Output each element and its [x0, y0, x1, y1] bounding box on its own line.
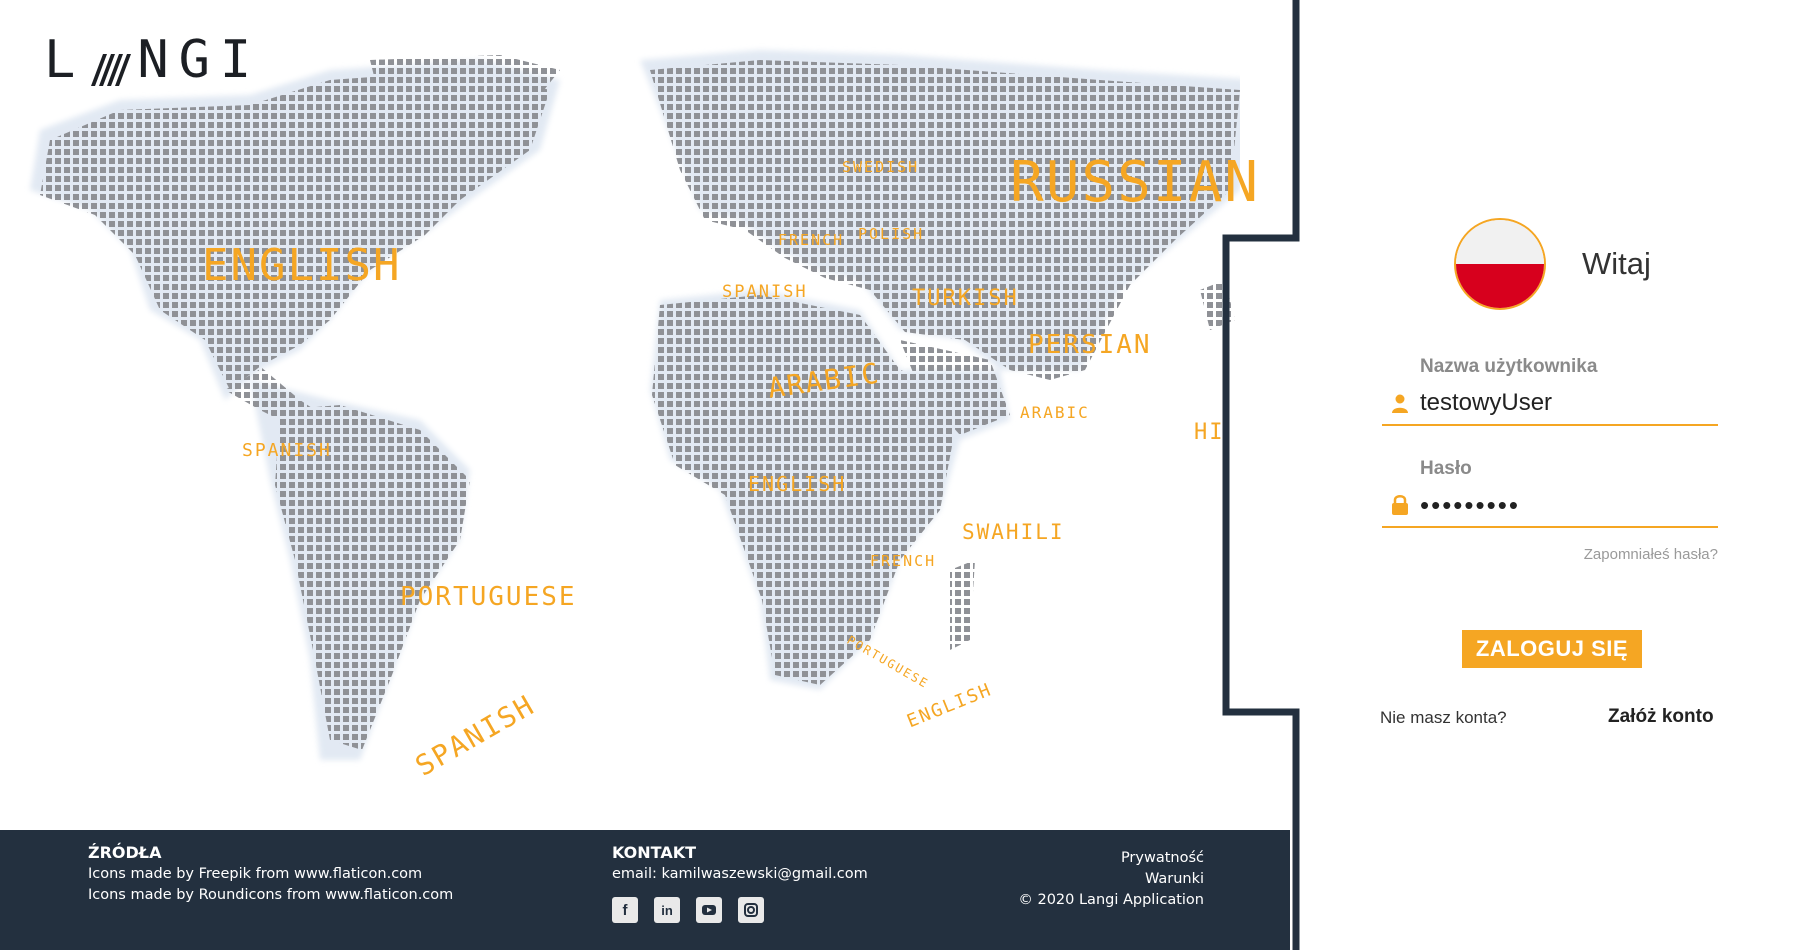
username-input[interactable]	[1418, 389, 1710, 417]
lang-label-english: ENGLISH	[748, 472, 847, 496]
lang-label-portuguese: PORTUGUESE	[400, 582, 577, 612]
social-links: f in	[612, 897, 868, 923]
user-icon	[1382, 393, 1418, 413]
footer: ŹRÓDŁA Icons made by Freepik from www.fl…	[0, 830, 1290, 950]
footer-credit-roundicons: Icons made by Roundicons from www.flatic…	[88, 887, 454, 903]
lang-label-polish: POLISH	[858, 225, 925, 243]
logo-stripes-icon	[91, 54, 132, 86]
privacy-link[interactable]: Prywatność	[1018, 848, 1204, 869]
greeting-text: Witaj	[1582, 246, 1651, 281]
facebook-icon[interactable]: f	[612, 897, 638, 923]
password-field[interactable]	[1382, 484, 1718, 528]
linkedin-icon[interactable]: in	[654, 897, 680, 923]
lang-label-hindi: HI	[1194, 420, 1225, 445]
lang-label-russian: RUSSIAN	[1010, 150, 1261, 215]
lang-label-english: ENGLISH	[202, 240, 402, 291]
lang-label-swedish: SWEDISH	[842, 158, 920, 176]
create-account-link[interactable]: Załóż konto	[1608, 706, 1714, 728]
copyright-text: © 2020 Langi Application	[1018, 892, 1204, 908]
login-panel: Witaj Nazwa użytkownika Hasło Zapomniałe…	[1290, 0, 1800, 950]
lang-label-french: FRENCH	[778, 231, 845, 249]
langi-logo[interactable]: L NGI	[44, 26, 261, 86]
youtube-icon[interactable]	[696, 897, 722, 923]
password-input[interactable]	[1418, 489, 1710, 521]
footer-contact: KONTAKT email: kamilwaszewski@gmail.com …	[612, 842, 868, 923]
lang-label-persian: PERSIAN	[1028, 330, 1152, 360]
terms-link[interactable]: Warunki	[1018, 869, 1204, 890]
footer-sources-heading: ŹRÓDŁA	[88, 843, 162, 862]
username-field[interactable]	[1382, 382, 1718, 426]
instagram-icon[interactable]	[738, 897, 764, 923]
lang-label-spanish: SPANISH	[722, 282, 808, 302]
logo-text: NGI	[137, 30, 262, 90]
forgot-password-link[interactable]: Zapomniałeś hasła?	[1496, 546, 1718, 563]
lang-label-turkish: TURKISH	[912, 286, 1019, 311]
no-account-text: Nie masz konta?	[1380, 708, 1507, 727]
lang-label-french: FRENCH	[870, 552, 937, 570]
footer-email[interactable]: email: kamilwaszewski@gmail.com	[612, 864, 868, 885]
password-label: Hasło	[1420, 458, 1472, 479]
footer-legal: Prywatność Warunki © 2020 Langi Applicat…	[1018, 848, 1204, 911]
lang-label-swahili: SWAHILI	[962, 520, 1065, 544]
username-label: Nazwa użytkownika	[1420, 356, 1598, 377]
footer-credit-freepik: Icons made by Freepik from www.flaticon.…	[88, 866, 423, 882]
footer-contact-heading: KONTAKT	[612, 843, 697, 862]
lock-icon	[1382, 494, 1418, 516]
world-map-panel: RUSSIAN ENGLISH SWEDISH FRENCH POLISH SP…	[0, 0, 1290, 830]
lang-label-arabic: ARABIC	[1020, 403, 1090, 422]
poland-flag-icon[interactable]	[1454, 218, 1546, 310]
logo-letter-l: L	[44, 30, 86, 90]
login-button[interactable]: ZALOGUJ SIĘ	[1462, 630, 1642, 668]
lang-label-spanish: SPANISH	[242, 440, 332, 461]
footer-sources: ŹRÓDŁA Icons made by Freepik from www.fl…	[88, 842, 453, 906]
